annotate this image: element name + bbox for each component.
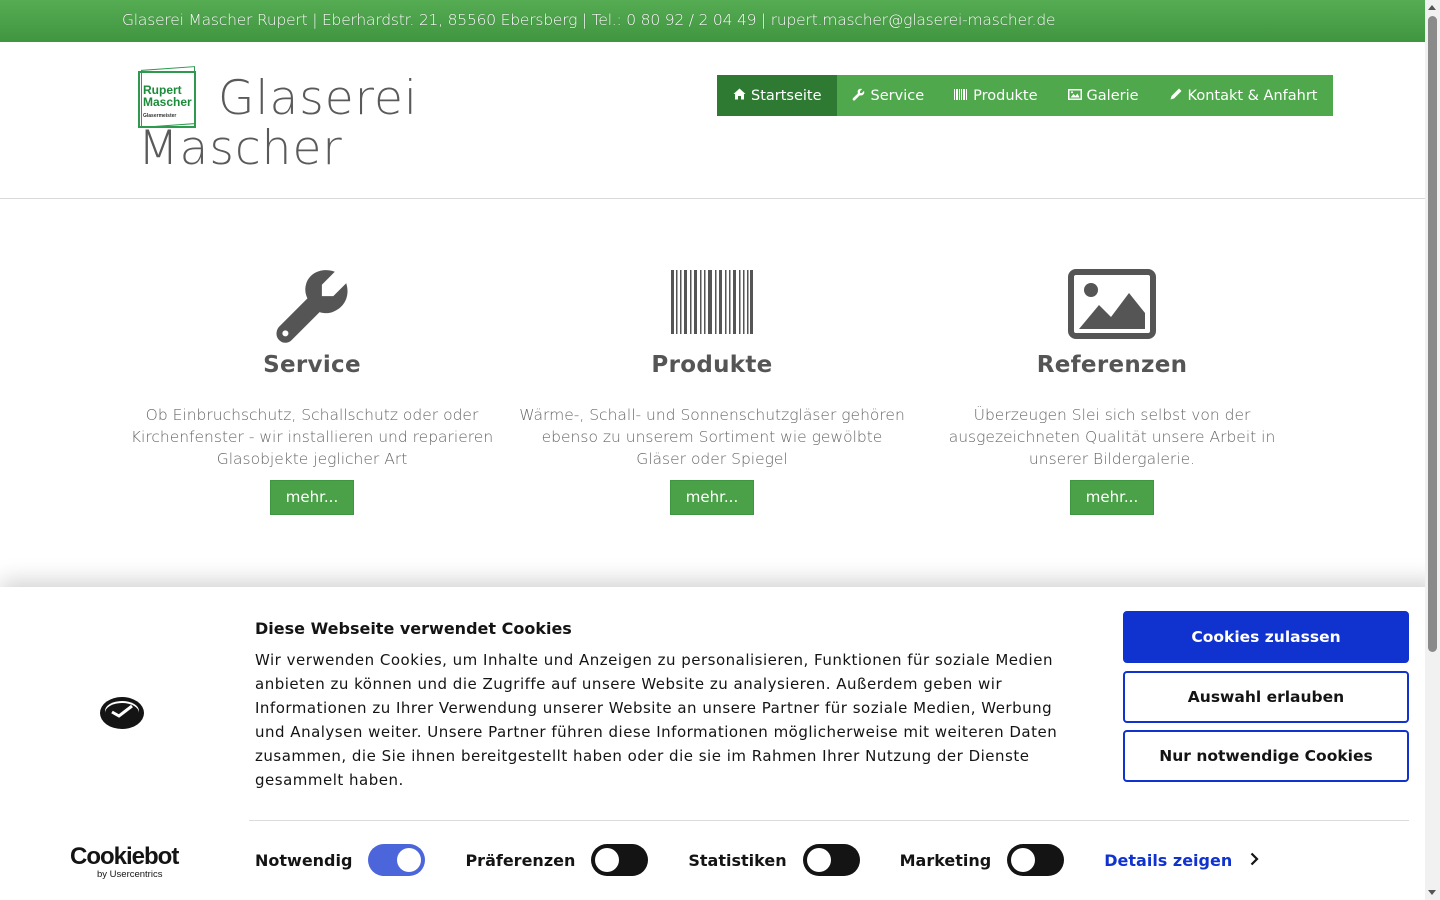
- nav-label: Produkte: [973, 87, 1038, 104]
- toggle-knob: [595, 848, 620, 872]
- scrollbar-thumb[interactable]: [1428, 16, 1437, 652]
- cookie-title: Diese Webseite verwendet Cookies: [255, 619, 572, 638]
- toggle-statistiken[interactable]: [802, 844, 860, 876]
- cookiebot-brand[interactable]: Cookiebot by Usercentrics: [70, 843, 179, 881]
- home-icon: [732, 88, 746, 103]
- feature-text: Ob Einbruchschutz, Schallschutz oder ode…: [130, 406, 494, 468]
- top-contact-bar: Glaserei Mascher Rupert | Eberhardstr. 2…: [0, 0, 1425, 42]
- image-icon: [1068, 268, 1156, 343]
- cookiebot-logo-icon: [99, 695, 145, 731]
- toggle-label: Marketing: [899, 850, 992, 870]
- site-title[interactable]: Glaserei Mascher: [138, 74, 438, 174]
- allow-selection-button[interactable]: Auswahl erlauben: [1123, 671, 1409, 723]
- feature-referenzen: Referenzen Überzeugen Slei sich selbst v…: [912, 268, 1312, 515]
- more-button-referenzen[interactable]: mehr...: [1069, 480, 1155, 515]
- main-nav: Startseite Service Produkte Galerie Kont…: [717, 75, 1333, 116]
- nav-item-kontakt[interactable]: Kontakt & Anfahrt: [1154, 75, 1333, 116]
- more-button-service[interactable]: mehr...: [269, 480, 355, 515]
- toggle-label: Notwendig: [255, 850, 353, 870]
- toggle-label: Statistiken: [688, 850, 787, 870]
- toggle-notwendig[interactable]: [368, 844, 426, 876]
- cookie-description: Wir verwenden Cookies, um Inhalte und An…: [255, 651, 1058, 789]
- page-scrollbar[interactable]: [1425, 0, 1440, 900]
- nav-item-startseite[interactable]: Startseite: [717, 75, 837, 116]
- nav-label: Startseite: [751, 87, 822, 104]
- site-header: Rupert Mascher Glasermeister Glaserei Ma…: [0, 42, 1425, 199]
- image-icon: [1067, 88, 1082, 103]
- wrench-icon: [274, 268, 350, 348]
- cookie-consent-banner: Cookiebot by Usercentrics Diese Webseite…: [0, 587, 1440, 900]
- feature-icon-wrap: [912, 268, 1312, 346]
- cookiebot-brand-name: Cookiebot: [70, 843, 179, 870]
- nav-label: Kontakt & Anfahrt: [1187, 87, 1318, 104]
- barcode-icon: [671, 268, 753, 338]
- toggle-group-notwendig: Notwendig: [255, 844, 426, 876]
- pencil-icon: [1169, 88, 1183, 103]
- details-label: Details zeigen: [1104, 850, 1233, 870]
- cookiebot-brand-by: by Usercentrics: [97, 869, 163, 880]
- allow-all-cookies-button[interactable]: Cookies zulassen: [1123, 611, 1409, 663]
- nav-item-galerie[interactable]: Galerie: [1053, 75, 1154, 116]
- toggle-knob: [397, 848, 422, 872]
- feature-text: Wärme-, Schall- und Sonnenschutzgläser g…: [519, 406, 905, 468]
- nav-item-produkte[interactable]: Produkte: [939, 75, 1052, 116]
- toggle-group-marketing: Marketing: [900, 844, 1065, 876]
- feature-icon-wrap: [512, 268, 912, 346]
- feature-title: Produkte: [651, 352, 773, 378]
- more-button-produkte[interactable]: mehr...: [669, 480, 755, 515]
- feature-text: Überzeugen Slei sich selbst von der ausg…: [948, 406, 1276, 468]
- toggle-knob: [806, 848, 831, 872]
- feature-service: Service Ob Einbruchschutz, Schallschutz …: [112, 268, 512, 515]
- cookie-divider: [249, 820, 1409, 821]
- nav-label: Galerie: [1086, 87, 1139, 104]
- toggle-praeferenzen[interactable]: [591, 844, 649, 876]
- necessary-only-button[interactable]: Nur notwendige Cookies: [1123, 730, 1409, 782]
- toggle-knob: [1011, 848, 1036, 872]
- contact-info-text: Glaserei Mascher Rupert | Eberhardstr. 2…: [122, 11, 1056, 29]
- toggle-group-praeferenzen: Präferenzen: [465, 844, 649, 876]
- toggle-group-statistiken: Statistiken: [688, 844, 860, 876]
- scroll-down-arrow-icon[interactable]: [1428, 890, 1436, 895]
- nav-item-service[interactable]: Service: [837, 75, 940, 116]
- details-link[interactable]: Details zeigen: [1104, 851, 1259, 870]
- scroll-up-arrow-icon[interactable]: [1428, 5, 1436, 10]
- site-title-line1: Glaserei: [218, 71, 418, 126]
- site-title-line2: Mascher: [138, 121, 343, 176]
- feature-title: Referenzen: [1036, 352, 1188, 378]
- feature-title: Service: [263, 352, 361, 378]
- chevron-right-icon: [1250, 851, 1259, 870]
- toggle-label: Präferenzen: [465, 850, 576, 870]
- nav-label: Service: [870, 87, 925, 104]
- cookie-category-toggles: Notwendig Präferenzen Statistiken Market…: [255, 844, 1259, 876]
- feature-produkte: Produkte Wärme-, Schall- und Sonnenschut…: [512, 268, 912, 515]
- barcode-icon: [954, 88, 968, 103]
- toggle-marketing[interactable]: [1007, 844, 1065, 876]
- feature-icon-wrap: [112, 268, 512, 346]
- wrench-icon: [852, 88, 866, 104]
